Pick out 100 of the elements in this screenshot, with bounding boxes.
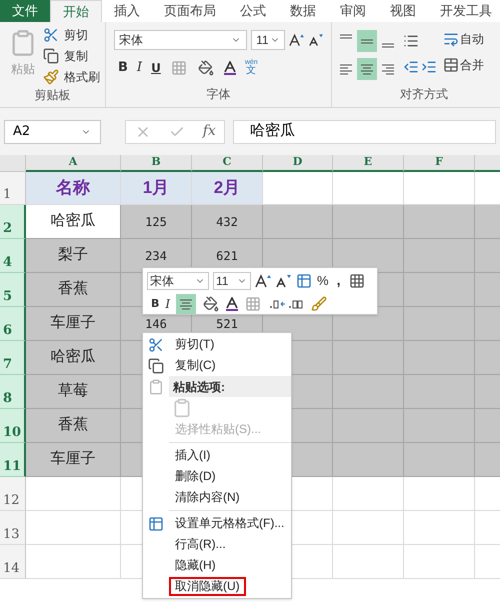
row-header[interactable]: 13 <box>0 511 26 545</box>
align-bottom-icon <box>382 43 394 48</box>
bold-button[interactable]: B <box>118 58 128 78</box>
shrink-font-icon[interactable] <box>308 33 323 47</box>
table-cell <box>404 239 475 273</box>
column-header[interactable]: E <box>333 155 404 172</box>
font-color-icon[interactable] <box>224 60 236 75</box>
italic-button[interactable]: I <box>136 58 142 78</box>
format-table-icon[interactable] <box>348 272 366 290</box>
ribbon-tab[interactable]: 开发工具 <box>428 0 500 22</box>
table-cell <box>333 341 404 375</box>
table-cell <box>333 545 404 579</box>
align-left-icon <box>340 64 352 74</box>
header-cell: 2月 <box>192 172 263 205</box>
fill-color-icon[interactable] <box>202 295 220 313</box>
column-header[interactable]: B <box>121 155 192 172</box>
number-format-icon[interactable] <box>295 272 313 290</box>
table-cell: 香蕉 <box>26 273 121 307</box>
paintbrush-icon[interactable] <box>310 295 328 313</box>
row-header[interactable]: 8 <box>0 375 26 409</box>
row-header[interactable]: 11 <box>0 443 26 477</box>
align-top-icon <box>340 34 352 39</box>
menu-section-header: 粘贴选项: <box>169 376 291 397</box>
font-name-field[interactable]: 宋体 <box>147 272 209 290</box>
table-cell <box>333 443 404 477</box>
center-align-button[interactable] <box>357 58 377 80</box>
row-header[interactable]: 1 <box>0 172 26 205</box>
fill-color-icon[interactable] <box>196 58 215 77</box>
wrap-text-button[interactable]: 自动 <box>442 30 484 48</box>
format-cells-icon <box>147 514 165 532</box>
align-middle-icon <box>361 38 373 44</box>
table-cell <box>404 409 475 443</box>
copy-icon[interactable] <box>42 47 60 65</box>
row-header[interactable]: 4 <box>0 239 26 273</box>
table-cell <box>333 409 404 443</box>
table-cell <box>404 545 475 579</box>
underline-button[interactable]: U <box>151 58 161 77</box>
ribbon-tab[interactable]: 数据 <box>278 0 328 22</box>
format-painter-button[interactable]: 格式刷 <box>64 68 100 86</box>
column-header[interactable]: C <box>192 155 263 172</box>
header-cell: 名称 <box>26 172 121 205</box>
table-cell: 草莓 <box>26 375 121 409</box>
center-align-button[interactable] <box>176 294 196 314</box>
table-cell: 哈密瓜 <box>26 205 121 239</box>
table-cell: 梨子 <box>26 239 121 273</box>
merge-icon <box>442 56 460 74</box>
percent-button[interactable]: % <box>317 270 329 290</box>
table-cell <box>263 172 333 205</box>
row-header[interactable]: 5 <box>0 273 26 307</box>
copy-icon <box>147 356 165 374</box>
table-cell: 香蕉 <box>26 409 121 443</box>
ribbon-tab[interactable]: 插入 <box>102 0 152 22</box>
row-header[interactable]: 14 <box>0 545 26 579</box>
table-cell <box>404 375 475 409</box>
insert-function-button[interactable]: fx <box>202 121 216 142</box>
copy-button[interactable]: 复制 <box>64 47 88 65</box>
scissors-icon <box>147 336 165 354</box>
table-cell <box>333 375 404 409</box>
table-cell <box>333 172 404 205</box>
scissors-icon[interactable] <box>42 26 60 44</box>
grow-font-icon[interactable] <box>255 274 271 288</box>
row-header[interactable]: 7 <box>0 341 26 375</box>
grow-font-icon[interactable] <box>289 33 304 47</box>
decimal-places-icon[interactable] <box>268 298 304 310</box>
merge-button[interactable]: 合并 <box>442 56 484 74</box>
row-header[interactable]: 12 <box>0 477 26 511</box>
table-cell: 哈密瓜 <box>26 341 121 375</box>
table-cell <box>404 511 475 545</box>
name-box[interactable]: A2 <box>4 120 101 144</box>
column-header[interactable]: A <box>26 155 121 172</box>
ribbon-tab[interactable]: 公式 <box>228 0 278 22</box>
clipboard-icon <box>147 378 165 396</box>
font-size-field[interactable]: 11 <box>213 272 251 290</box>
ribbon-tab[interactable]: 审阅 <box>328 0 378 22</box>
comma-button[interactable]: , <box>332 270 344 291</box>
paintbrush-icon[interactable] <box>42 68 60 86</box>
menu-item[interactable]: 取消隐藏(U) <box>169 577 246 596</box>
cut-button[interactable]: 剪切 <box>64 26 88 44</box>
ribbon-tab[interactable]: 页面布局 <box>152 0 228 22</box>
table-cell: 车厘子 <box>26 443 121 477</box>
table-cell <box>404 205 475 239</box>
formula-field[interactable]: 哈密瓜 <box>233 120 496 144</box>
font-name-field[interactable]: 宋体 <box>114 30 248 50</box>
ribbon-tab[interactable]: 视图 <box>378 0 428 22</box>
row-header[interactable]: 10 <box>0 409 26 443</box>
table-cell <box>404 477 475 511</box>
column-header[interactable]: F <box>404 155 475 172</box>
column-header[interactable]: D <box>263 155 333 172</box>
font-color-icon[interactable] <box>226 297 238 311</box>
table-cell <box>404 341 475 375</box>
row-header[interactable]: 6 <box>0 307 26 341</box>
group-label: 字体 <box>206 86 232 103</box>
row-header[interactable]: 2 <box>0 205 26 239</box>
middle-align-button[interactable] <box>357 30 377 52</box>
shrink-font-icon[interactable] <box>275 274 291 288</box>
align-center-icon <box>180 298 192 310</box>
table-cell: 432 <box>192 205 263 239</box>
file-tab[interactable]: 文件 <box>0 0 50 22</box>
ribbon-tab[interactable]: 开始 <box>50 0 102 22</box>
font-size-field[interactable]: 11 <box>251 30 286 50</box>
